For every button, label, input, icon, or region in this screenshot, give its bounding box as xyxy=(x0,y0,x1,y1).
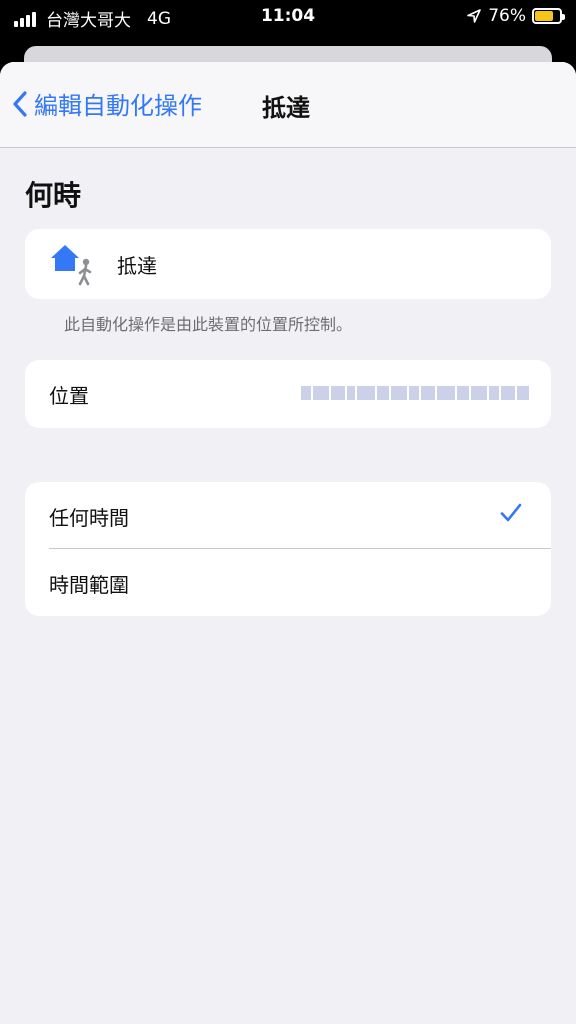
trigger-label: 抵達 xyxy=(117,254,157,278)
location-row[interactable]: 位置 xyxy=(25,360,551,428)
trigger-footnote: 此自動化操作是由此裝置的位置所控制。 xyxy=(64,315,353,334)
battery-icon xyxy=(532,8,565,24)
battery-fill xyxy=(535,11,554,21)
home-arrive-icon xyxy=(51,245,92,286)
location-arrow-icon xyxy=(467,9,482,23)
time-option-label: 任何時間 xyxy=(49,506,129,530)
back-button-label: 編輯自動化操作 xyxy=(34,92,202,120)
battery-percent: 76% xyxy=(488,6,526,26)
time-option-time-range[interactable]: 時間範圍 xyxy=(25,549,551,616)
time-option-label: 時間範圍 xyxy=(49,573,129,597)
section-title: 何時 xyxy=(25,179,82,212)
checkmark-icon xyxy=(500,503,522,522)
trigger-card[interactable]: 抵達 xyxy=(25,229,551,299)
time-options-card: 任何時間 時間範圍 xyxy=(25,482,551,616)
chevron-left-icon xyxy=(13,90,27,117)
time-option-any-time[interactable]: 任何時間 xyxy=(25,482,551,549)
location-label: 位置 xyxy=(49,384,89,408)
automation-sheet: 編輯自動化操作 抵達 何時 抵達 此自動化操作是由此裝置的位置所控制。 位置 任… xyxy=(0,62,576,1024)
status-bar: 台灣大哥大 4G 11:04 76% xyxy=(0,0,576,34)
page-title: 抵達 xyxy=(262,94,310,122)
back-button[interactable]: 編輯自動化操作 xyxy=(12,86,202,121)
redacted-location-value xyxy=(301,380,529,406)
status-right: 76% xyxy=(466,6,565,26)
navigation-bar: 編輯自動化操作 抵達 xyxy=(0,62,576,148)
